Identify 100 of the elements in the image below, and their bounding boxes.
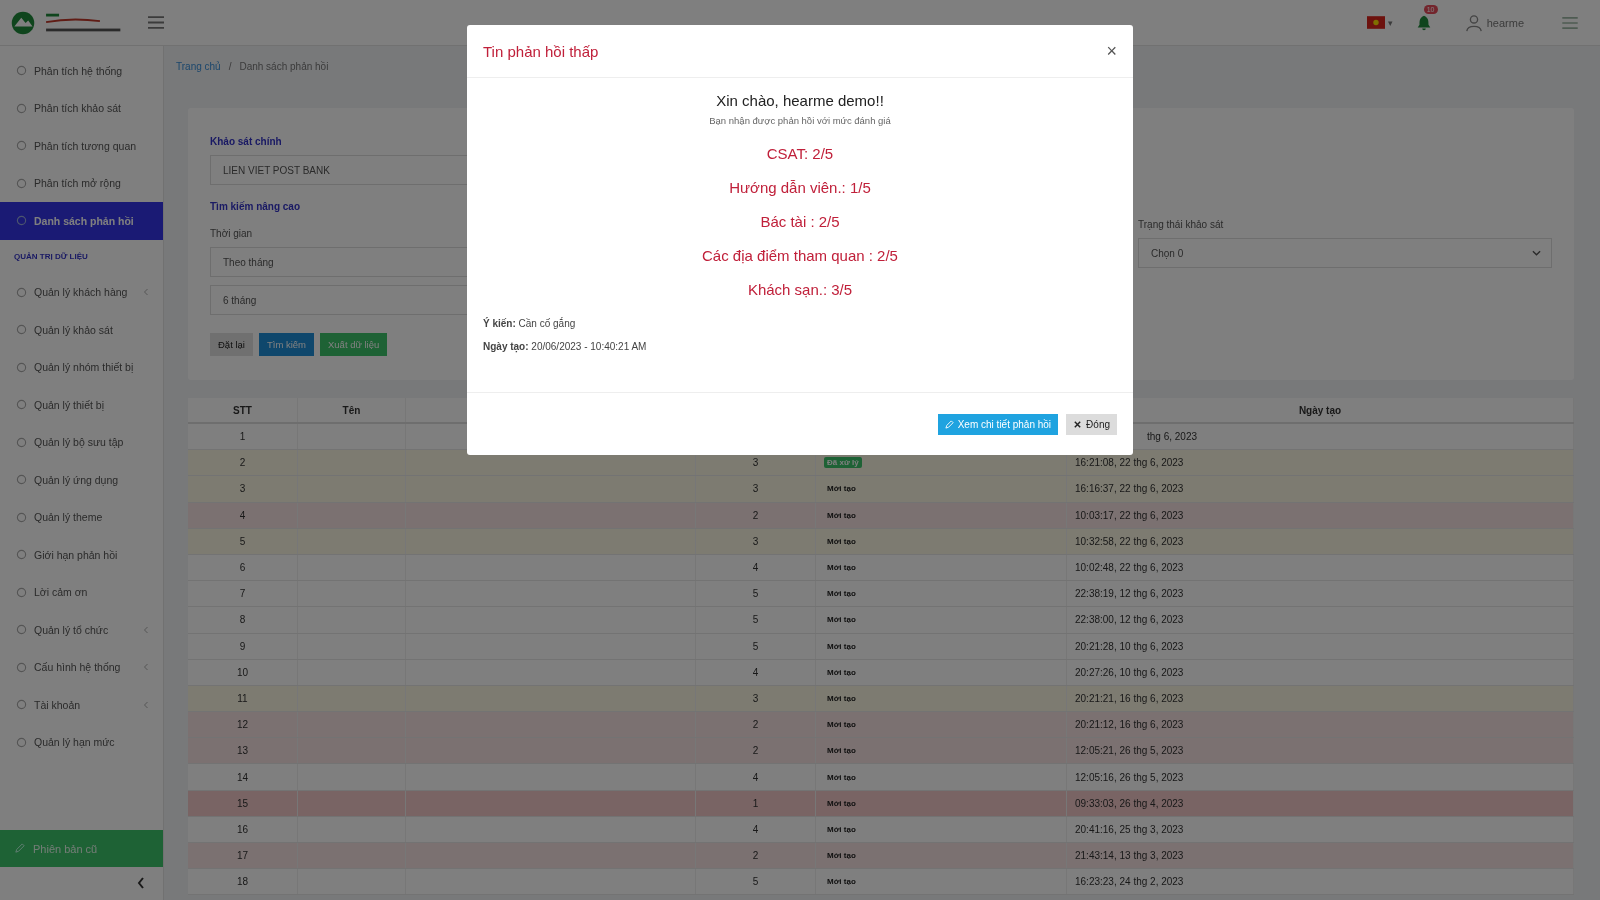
table-row[interactable]: 10 4 Mới tạo 20:27:26, 10 thg 6, 2023 xyxy=(188,659,1574,686)
field-label: Thời gian xyxy=(210,228,253,239)
table-cell: 4 xyxy=(752,666,759,678)
table-row[interactable]: 3 3 Mới tạo 16:16:37, 22 thg 6, 2023 xyxy=(188,476,1574,503)
table-row[interactable]: 9 5 Mới tạo 20:21:28, 10 thg 6, 2023 xyxy=(188,633,1574,660)
table-cell: 4 xyxy=(752,562,759,574)
export-button[interactable]: Xuất dữ liệu xyxy=(320,333,388,356)
status-label: Mới tạo xyxy=(826,797,857,809)
sidebar-item[interactable]: Cấu hình hệ thống xyxy=(0,648,163,686)
subtitle-text: Bạn nhận được phản hồi với mức đánh giá xyxy=(709,115,891,126)
table-cell: 2 xyxy=(752,850,759,862)
circle-icon xyxy=(16,102,27,114)
sidebar-item[interactable]: Quản lý bộ sưu tập xyxy=(0,423,163,461)
table-cell: 2 xyxy=(752,719,759,731)
logo-icon xyxy=(10,9,36,36)
circle-icon xyxy=(16,549,27,561)
table-cell: 22:38:00, 12 thg 6, 2023 xyxy=(1075,614,1184,626)
circle-icon xyxy=(16,661,27,673)
table-cell: 5 xyxy=(752,640,759,652)
table-cell: 3 xyxy=(752,535,759,547)
status-label: Mới tạo xyxy=(826,562,857,574)
table-cell: 2 xyxy=(752,745,759,757)
table-cell: 5 xyxy=(752,614,759,626)
sidebar-item[interactable]: Phân tích hệ thống xyxy=(0,52,163,90)
table-cell: 20:21:12, 16 thg 6, 2023 xyxy=(1075,719,1184,731)
table-row[interactable]: 12 2 Mới tạo 20:21:12, 16 thg 6, 2023 xyxy=(188,712,1574,739)
table-row[interactable]: 7 5 Mới tạo 22:38:19, 12 thg 6, 2023 xyxy=(188,581,1574,608)
flag-icon[interactable] xyxy=(1366,16,1385,29)
circle-icon xyxy=(16,215,27,227)
status-label: Mới tạo xyxy=(826,666,857,678)
pencil-icon xyxy=(944,419,954,429)
table-row[interactable]: 8 5 Mới tạo 22:38:00, 12 thg 6, 2023 xyxy=(188,607,1574,634)
table-cell: 20:27:26, 10 thg 6, 2023 xyxy=(1075,666,1184,678)
table-cell: 10 xyxy=(236,666,249,678)
table-cell: 16 xyxy=(236,823,249,835)
table-row[interactable]: 15 1 Mới tạo 09:33:03, 26 thg 4, 2023 xyxy=(188,790,1574,817)
sidebar-item[interactable]: Quản lý ứng dụng xyxy=(0,461,163,499)
table-cell: 11 xyxy=(237,692,248,704)
circle-icon xyxy=(16,65,27,77)
sidebar-item[interactable]: Quản lý theme xyxy=(0,498,163,536)
sidebar-item[interactable]: Quản lý khảo sát xyxy=(0,311,163,349)
sidebar-item[interactable]: Phân tích mở rộng xyxy=(0,164,163,202)
dropdown-caret[interactable]: ▾ xyxy=(1387,17,1393,28)
circle-icon xyxy=(16,699,27,711)
sidebar-item[interactable]: Phân tích tương quan xyxy=(0,127,163,165)
pencil-icon xyxy=(14,843,25,854)
table-cell: 18 xyxy=(236,876,249,888)
table-row[interactable]: 18 5 Mới tạo 16:23:23, 24 thg 2, 2023 xyxy=(188,869,1574,896)
table-row[interactable]: 5 3 Mới tạo 10:32:58, 22 thg 6, 2023 xyxy=(188,528,1574,555)
grid-menu-icon[interactable] xyxy=(1562,16,1578,29)
table-cell: 10:02:48, 22 thg 6, 2023 xyxy=(1075,562,1184,574)
table-row[interactable]: 14 4 Mới tạo 12:05:16, 26 thg 5, 2023 xyxy=(188,764,1574,791)
circle-icon xyxy=(16,286,27,298)
score-text: Khách sạn.: 3/5 xyxy=(747,279,853,300)
close-dialog-button[interactable]: Đóng xyxy=(1066,413,1117,435)
table-row[interactable]: 11 3 Mới tạo 20:21:21, 16 thg 6, 2023 xyxy=(188,685,1574,713)
table-cell: 4 xyxy=(239,509,246,521)
close-button[interactable]: × xyxy=(1106,40,1117,62)
menu-icon[interactable] xyxy=(148,16,164,29)
sidebar-item[interactable]: Quản lý khách hàng xyxy=(0,273,163,311)
status-label: Mới tạo xyxy=(826,745,857,757)
sidebar-item[interactable]: Quản lý tổ chức xyxy=(0,611,163,649)
breadcrumb-link[interactable]: Trang chủ xyxy=(176,60,221,72)
view-detail-button[interactable]: Xem chi tiết phản hồi xyxy=(937,413,1059,435)
sidebar-item[interactable]: Lời cảm ơn xyxy=(0,573,163,611)
sidebar-item[interactable]: Tài khoản xyxy=(0,686,163,724)
collapse-icon[interactable] xyxy=(137,877,145,889)
sidebar-item[interactable]: Danh sách phản hồi xyxy=(0,202,163,240)
table-row[interactable]: 17 2 Mới tạo 21:43:14, 13 thg 3, 2023 xyxy=(188,843,1574,870)
table-row[interactable]: 6 4 Mới tạo 10:02:48, 22 thg 6, 2023 xyxy=(188,554,1574,582)
modal-title: Tin phản hồi thấp xyxy=(483,42,599,60)
table-cell: 3 xyxy=(752,457,759,469)
table-cell: 2 xyxy=(239,457,246,469)
column-header: STT xyxy=(188,398,298,422)
comment-text: Ý kiến: Cần cố gắng xyxy=(483,318,576,329)
status-label: Mới tạo xyxy=(826,850,857,862)
table-cell: 16:16:37, 22 thg 6, 2023 xyxy=(1075,483,1184,495)
reset-button[interactable]: Đặt lại xyxy=(210,333,253,356)
status-label: Mới tạo xyxy=(826,640,857,652)
table-cell: 16:23:23, 24 thg 2, 2023 xyxy=(1075,876,1184,888)
sidebar-item[interactable]: Phân tích khảo sát xyxy=(0,89,163,127)
table-cell: 3 xyxy=(752,483,759,495)
table-cell: 7 xyxy=(239,588,246,600)
status-select[interactable]: Chọn 0 xyxy=(1138,238,1552,268)
sidebar-item[interactable]: Quản lý nhóm thiết bị xyxy=(0,348,163,386)
sidebar-item[interactable]: Giới hạn phản hồi xyxy=(0,536,163,574)
search-button[interactable]: Tìm kiếm xyxy=(258,333,314,356)
table-row[interactable]: 4 2 Mới tạo 10:03:17, 22 thg 6, 2023 xyxy=(188,502,1574,529)
table-cell: thg 6, 2023 xyxy=(1147,431,1198,443)
sidebar-item[interactable]: Quản lý hạn mức xyxy=(0,723,163,761)
table-row[interactable]: 13 2 Mới tạo 12:05:21, 26 thg 5, 2023 xyxy=(188,738,1574,765)
user-name[interactable]: hearme xyxy=(1486,16,1524,29)
table-cell: 3 xyxy=(752,692,759,704)
circle-icon xyxy=(16,436,27,448)
column-header: Tên xyxy=(298,398,406,422)
status-label: Mới tạo xyxy=(826,771,857,783)
created-date-text: Ngày tạo: 20/06/2023 - 10:40:21 AM xyxy=(483,341,647,352)
sidebar-item[interactable]: Quản lý thiết bị xyxy=(0,386,163,424)
score-text: Bác tài : 2/5 xyxy=(760,211,840,232)
user-icon[interactable] xyxy=(1464,13,1483,32)
